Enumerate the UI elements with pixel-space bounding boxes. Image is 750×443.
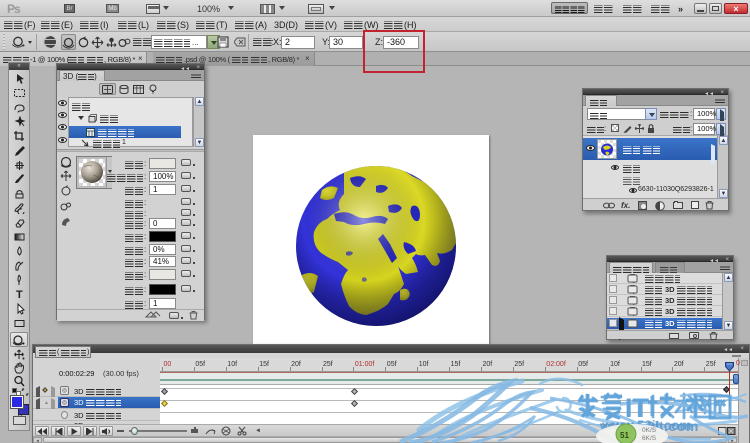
svg-text:T: T	[16, 289, 23, 300]
svg-text:51: 51	[620, 431, 629, 440]
svg-text:0K/S: 0K/S	[642, 427, 657, 434]
svg-text:6K/S: 6K/S	[642, 435, 657, 442]
